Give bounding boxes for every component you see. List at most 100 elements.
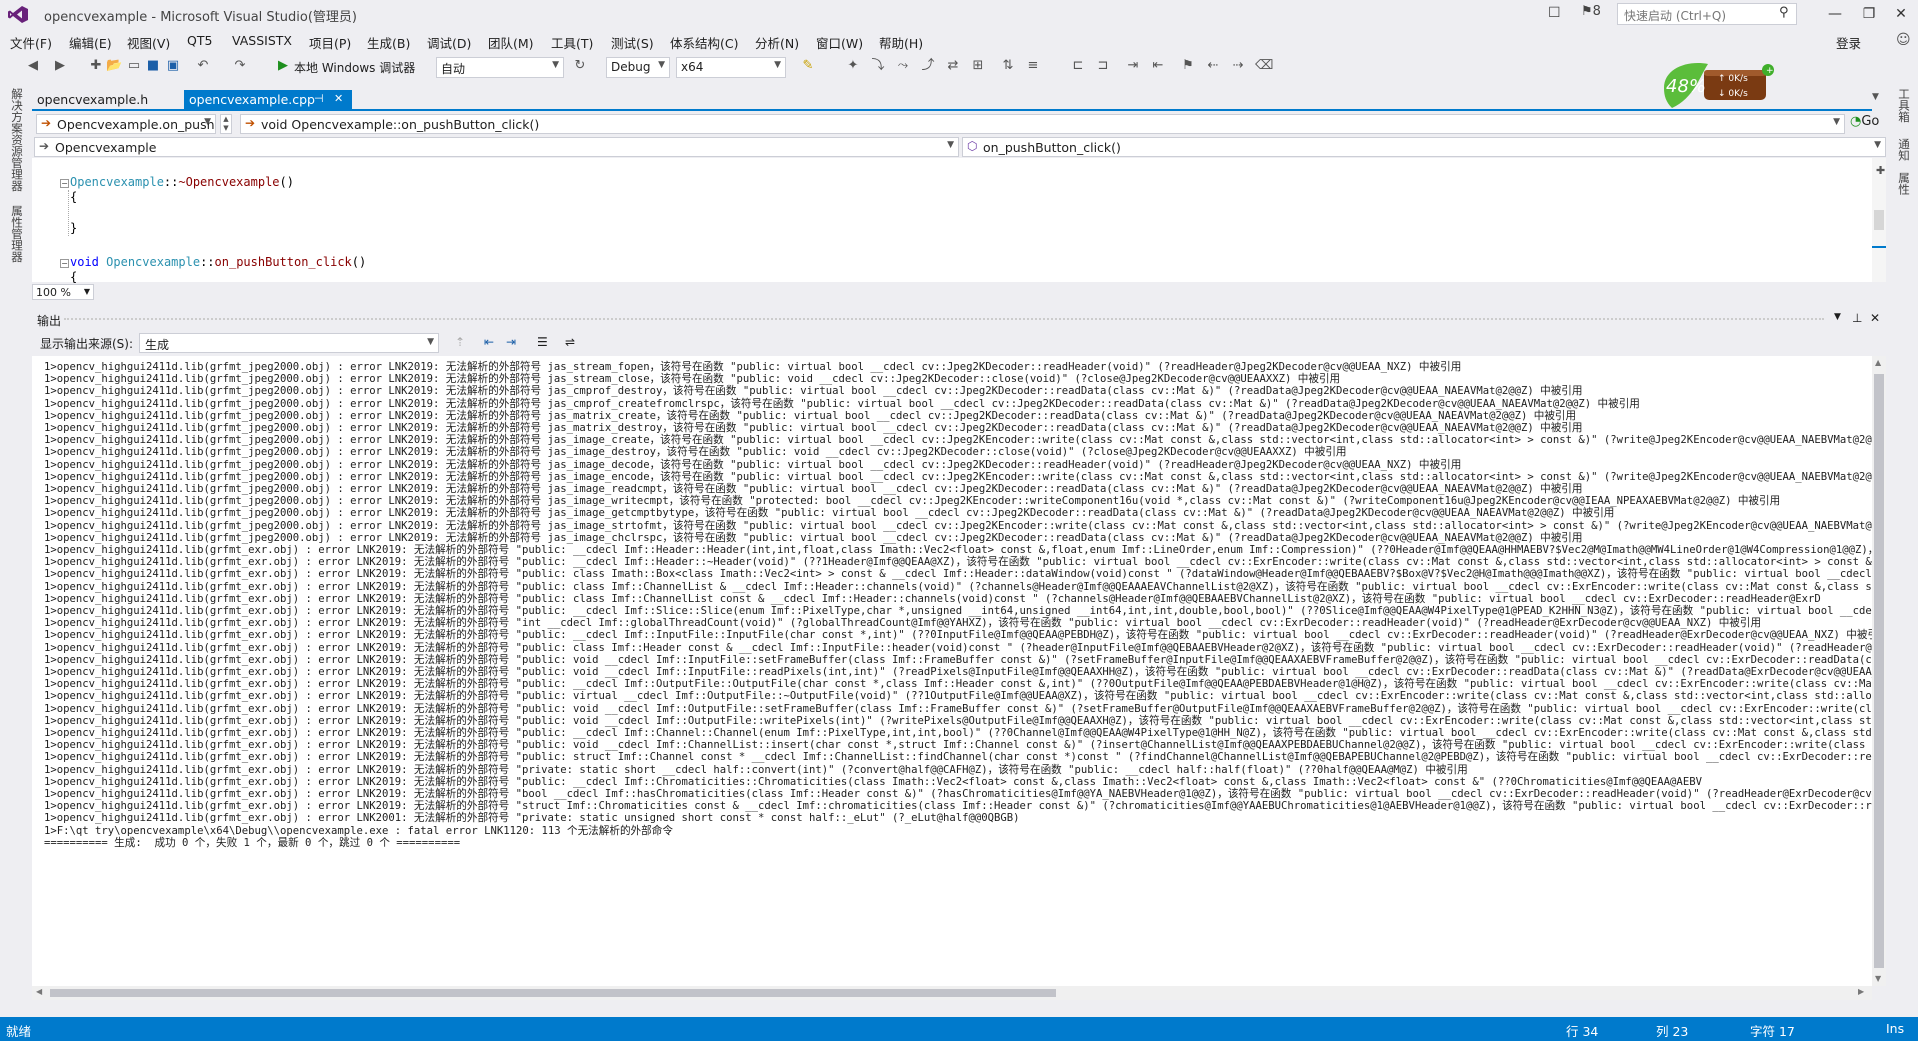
function-dropdown[interactable]: ⬡ on_pushButton_click() ▼ (962, 137, 1886, 157)
member-dropdown[interactable]: ➔ void Opencvexample::on_pushButton_click… (240, 114, 1845, 134)
uncomment-icon[interactable]: ⊐ (1095, 58, 1111, 74)
window-position-icon[interactable]: ▼ (1834, 312, 1841, 322)
show-next-icon[interactable]: ⇄ (945, 58, 961, 74)
menu-help[interactable]: 帮助(H) (879, 33, 923, 52)
start-debug-icon[interactable]: ▶ (275, 58, 291, 74)
scroll-thumb[interactable] (50, 989, 1056, 997)
scope-spinner[interactable]: ▲ ▼ (220, 114, 232, 134)
go-button[interactable]: ◔Go (1850, 114, 1879, 129)
menu-vassistx[interactable]: VASSISTX (232, 33, 292, 48)
pin-icon[interactable]: ⊣ (314, 92, 324, 105)
property-manager-tab[interactable]: 属性管理器 (9, 205, 25, 263)
menu-test[interactable]: 测试(S) (611, 33, 654, 52)
step-over-icon[interactable]: ⤳ (895, 58, 911, 74)
toolbox-tab[interactable]: 工具箱 (1896, 88, 1912, 123)
back-icon[interactable]: ◀ (25, 58, 41, 74)
feedback-icon[interactable]: ☐ (1548, 5, 1561, 21)
tab-dropdown-icon[interactable]: ▼ (1872, 92, 1879, 102)
menu-analyze[interactable]: 分析(N) (755, 33, 799, 52)
run-debugger-button[interactable]: 本地 Windows 调试器 (294, 59, 415, 76)
tab-opencvexample-cpp[interactable]: opencvexample.cpp ⊣ ✕ (184, 90, 352, 110)
outdent-icon[interactable]: ⇤ (1150, 58, 1166, 74)
collapse-icon[interactable]: − (60, 179, 69, 188)
search-icon[interactable]: ⚲ (1779, 5, 1789, 20)
editor-vertical-scrollbar[interactable]: ✚ (1872, 158, 1886, 282)
menu-project[interactable]: 项目(P) (309, 33, 351, 52)
scroll-up-icon[interactable]: ▲ (1875, 358, 1881, 367)
tab-opencvexample-h[interactable]: opencvexample.h (32, 90, 153, 110)
save-all-icon[interactable]: ▣ (165, 58, 181, 74)
pin-icon[interactable]: ⊥ (1852, 311, 1862, 325)
scroll-left-icon[interactable]: ◀ (36, 987, 42, 996)
collapse-icon[interactable]: − (60, 259, 69, 268)
platform-combo[interactable]: x64 ▼ (676, 57, 786, 78)
menu-build[interactable]: 生成(B) (367, 33, 410, 52)
code-function-name: ~Opencvexample (178, 175, 280, 189)
indent-icon[interactable]: ⇥ (1125, 58, 1141, 74)
account-icon[interactable]: ☺ (1896, 32, 1911, 48)
menu-debug[interactable]: 调试(D) (427, 33, 471, 52)
close-tab-icon[interactable]: ✕ (334, 92, 343, 105)
scroll-thumb[interactable] (1874, 374, 1884, 968)
menu-window[interactable]: 窗口(W) (816, 33, 863, 52)
open-folder-icon[interactable]: ▭ (126, 58, 142, 74)
breakpoint-icon[interactable]: ✦ (845, 58, 861, 74)
notifications-tab[interactable]: 通知 (1896, 138, 1912, 161)
thread-icon[interactable]: ⇅ (1000, 58, 1016, 74)
menu-edit[interactable]: 编辑(E) (69, 33, 112, 52)
scroll-right-icon[interactable]: ▶ (1858, 987, 1864, 996)
close-window-button[interactable]: ✕ (1884, 2, 1918, 26)
prev-bookmark-icon[interactable]: ⇠ (1205, 58, 1221, 74)
open-file-icon[interactable]: 📂 (106, 58, 122, 74)
output-header-grip[interactable] (64, 318, 1824, 320)
solution-explorer-tab[interactable]: 解决方案资源管理器 (9, 88, 25, 192)
step-out-icon[interactable]: ⤴ (920, 58, 936, 74)
code-editor[interactable]: − Opencvexample::~Opencvexample() { } − … (32, 158, 1872, 284)
output-source-select[interactable]: 生成 ▼ (139, 333, 439, 353)
clear-bookmarks-icon[interactable]: ⌫ (1255, 58, 1273, 74)
comment-icon[interactable]: ⊏ (1070, 58, 1086, 74)
close-panel-icon[interactable]: ✕ (1870, 311, 1880, 325)
new-project-icon[interactable]: ✚ (88, 58, 104, 74)
properties-tab[interactable]: 属性 (1896, 172, 1912, 195)
notifications-flag[interactable]: ⚑8 (1581, 4, 1601, 19)
quick-launch-input[interactable]: 快速启动 (Ctrl+Q) (1617, 3, 1797, 25)
zoom-dropdown[interactable]: 100 % ▼ (32, 284, 94, 300)
output-horizontal-scrollbar[interactable]: ◀ ▶ (32, 986, 1872, 1000)
find-message-icon[interactable]: ⇡ (455, 335, 465, 349)
undo-icon[interactable]: ↶ (195, 58, 211, 74)
step-into-icon[interactable]: ⤵ (870, 58, 886, 74)
scroll-down-icon[interactable]: ▼ (1875, 974, 1881, 983)
project-dropdown[interactable]: ➔ Opencvexample ▼ (34, 137, 959, 157)
stack-icon[interactable]: ≡ (1025, 58, 1041, 74)
forward-icon[interactable]: ▶ (52, 58, 68, 74)
menu-view[interactable]: 视图(V) (127, 33, 170, 52)
split-icon[interactable]: ✚ (1876, 164, 1885, 177)
menu-qt5[interactable]: QT5 (187, 33, 212, 48)
output-text[interactable]: 1>opencv_highgui2411d.lib(grfmt_jpeg2000… (32, 356, 1872, 986)
menu-architecture[interactable]: 体系结构(C) (670, 33, 738, 52)
menu-tools[interactable]: 工具(T) (551, 33, 593, 52)
prev-message-icon[interactable]: ⇤ (484, 335, 494, 349)
refresh-icon[interactable]: ↻ (572, 58, 588, 74)
scope-dropdown[interactable]: ➔ Opencvexample.on_push ▼ (36, 114, 216, 134)
minimize-button[interactable]: — (1818, 2, 1852, 26)
next-bookmark-icon[interactable]: ⇢ (1230, 58, 1246, 74)
redo-icon[interactable]: ↷ (232, 58, 248, 74)
hex-icon[interactable]: ⊞ (970, 58, 986, 74)
save-icon[interactable]: ■ (145, 58, 161, 74)
next-message-icon[interactable]: ⇥ (506, 335, 516, 349)
maximize-button[interactable]: ❐ (1852, 2, 1886, 26)
output-vertical-scrollbar[interactable]: ▲ ▼ (1872, 356, 1886, 986)
scroll-thumb[interactable] (1874, 210, 1884, 230)
bookmark-icon[interactable]: ⚑ (1180, 58, 1196, 74)
solution-combo[interactable]: 自动 ▼ (436, 57, 564, 78)
sign-in-link[interactable]: 登录 (1836, 33, 1861, 52)
clear-all-icon[interactable]: ☰ (537, 335, 548, 349)
panel-splitter[interactable] (32, 302, 1904, 310)
word-wrap-icon[interactable]: ⇌ (565, 335, 575, 349)
configuration-combo[interactable]: Debug ▼ (606, 57, 670, 78)
menu-team[interactable]: 团队(M) (488, 33, 534, 52)
find-in-files-icon[interactable]: ✎ (800, 58, 816, 74)
menu-file[interactable]: 文件(F) (10, 33, 52, 52)
